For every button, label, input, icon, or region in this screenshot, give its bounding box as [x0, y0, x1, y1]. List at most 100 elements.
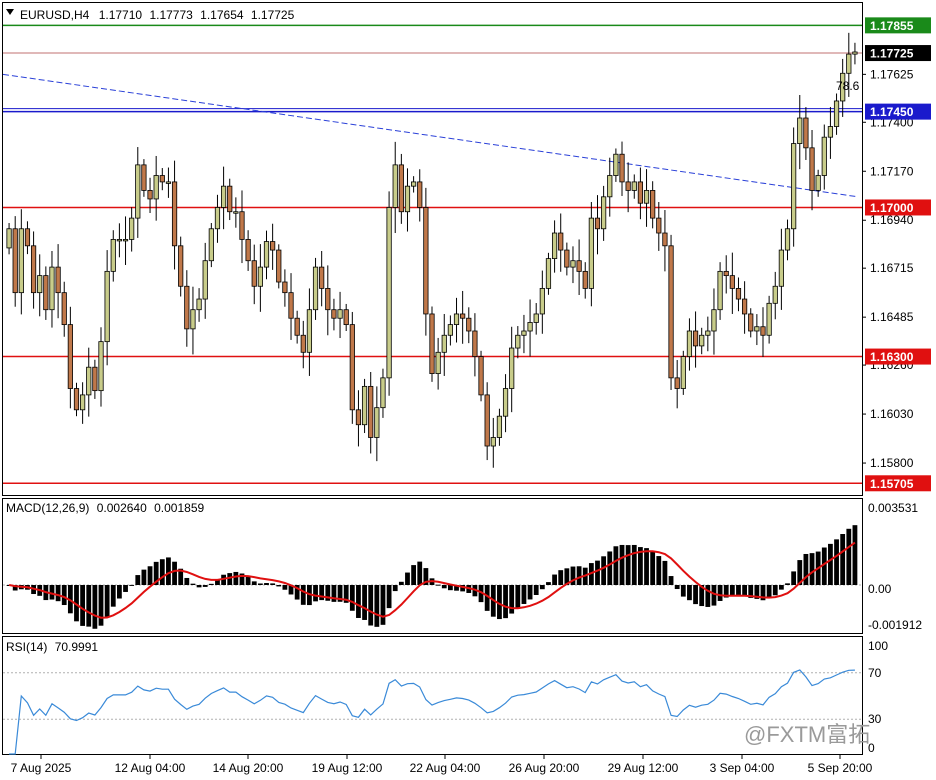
- candle: [576, 239, 582, 296]
- candle: [484, 382, 490, 461]
- candle: [533, 303, 539, 335]
- time-tick-label: 12 Aug 04:00: [115, 761, 186, 775]
- fib-level-label: 78.6: [836, 79, 860, 93]
- candle: [650, 181, 656, 229]
- candle: [86, 347, 92, 417]
- macd-tick-label: -0.001912: [868, 618, 922, 632]
- candle: [319, 251, 325, 307]
- macd-bar: [803, 553, 809, 585]
- candle: [343, 303, 349, 331]
- candle: [429, 306, 435, 382]
- macd-bar: [159, 559, 165, 585]
- candle: [699, 327, 705, 355]
- macd-bar: [147, 566, 153, 585]
- macd-bar: [245, 576, 251, 585]
- macd-bar: [282, 585, 288, 590]
- candle: [521, 314, 527, 354]
- macd-bar: [601, 556, 607, 585]
- candle: [723, 255, 729, 294]
- candle: [711, 288, 717, 355]
- candle: [453, 297, 460, 343]
- trading-chart[interactable]: 1.176251.174001.171701.169401.167151.164…: [0, 0, 936, 780]
- price-badge: 1.17855: [865, 17, 931, 34]
- macd-bar: [80, 585, 86, 626]
- candle: [122, 216, 129, 265]
- rsi-value: 70.9991: [55, 640, 99, 654]
- price-levels: [3, 24, 862, 485]
- candle: [257, 244, 263, 312]
- high-value: 1.17773: [149, 8, 193, 22]
- candle: [98, 327, 104, 407]
- svg-text:1.16300: 1.16300: [870, 350, 914, 364]
- price-tick-label: 1.16715: [870, 261, 914, 275]
- candle: [662, 210, 668, 272]
- candle: [190, 286, 196, 355]
- macd-bar: [772, 585, 778, 596]
- candle: [386, 191, 392, 396]
- macd-bar: [834, 539, 839, 585]
- candle: [441, 313, 447, 376]
- time-tick-label: 3 Sep 04:00: [710, 761, 775, 775]
- macd-bar: [202, 585, 208, 587]
- time-tick-label: 22 Aug 04:00: [410, 761, 481, 775]
- candle: [239, 190, 245, 264]
- candle: [184, 270, 190, 347]
- price-tick-label: 1.16030: [870, 407, 914, 421]
- candle: [55, 244, 61, 319]
- rsi-series: [3, 669, 862, 755]
- candle: [110, 230, 116, 282]
- macd-tick-label: 0.003531: [868, 501, 918, 515]
- candle: [742, 281, 748, 334]
- candle: [30, 231, 37, 309]
- candle: [637, 167, 644, 220]
- candle: [466, 307, 472, 344]
- macd-bar: [527, 585, 533, 600]
- macd-bar: [123, 585, 128, 592]
- candle: [374, 386, 380, 462]
- candle: [515, 326, 521, 359]
- candle: [129, 207, 135, 252]
- macd-bar: [441, 585, 447, 589]
- macd-bar: [227, 573, 233, 585]
- candle: [37, 254, 43, 317]
- close-value: 1.17725: [251, 8, 295, 22]
- candle: [692, 311, 699, 368]
- macd-bar: [92, 585, 98, 629]
- macd-bar: [515, 585, 521, 609]
- time-tick-label: 5 Sep 20:00: [808, 761, 873, 775]
- candle: [220, 166, 227, 230]
- candle: [631, 174, 637, 199]
- macd-bar: [619, 544, 625, 585]
- trendline-layer: [2, 73, 859, 198]
- candle: [797, 95, 803, 170]
- candle: [619, 141, 625, 196]
- macd-bar: [386, 585, 392, 609]
- candle: [582, 262, 588, 299]
- macd-bar: [380, 585, 386, 625]
- macd-bar: [98, 585, 104, 626]
- candle: [227, 178, 233, 221]
- candle: [392, 141, 398, 234]
- candle: [159, 168, 165, 191]
- candle: [380, 368, 386, 418]
- candle: [447, 315, 453, 346]
- collapse-triangle-icon[interactable]: [6, 9, 14, 15]
- price-tick-label: 1.16485: [870, 310, 914, 324]
- candle: [135, 147, 141, 238]
- macd-bar: [509, 585, 515, 614]
- macd-bar: [650, 551, 656, 585]
- candle: [735, 277, 742, 312]
- macd-bar: [116, 585, 122, 599]
- candle: [680, 350, 686, 395]
- symbol-label: EURUSD,H4: [20, 8, 90, 22]
- candle: [49, 251, 55, 328]
- macd-bar: [576, 566, 582, 585]
- candle: [478, 350, 484, 402]
- low-value: 1.17654: [200, 8, 244, 22]
- candle: [423, 187, 429, 336]
- candle: [116, 223, 122, 258]
- macd-bar: [208, 583, 214, 585]
- macd-bar: [674, 585, 680, 590]
- candle: [80, 382, 86, 424]
- candle: [460, 290, 466, 344]
